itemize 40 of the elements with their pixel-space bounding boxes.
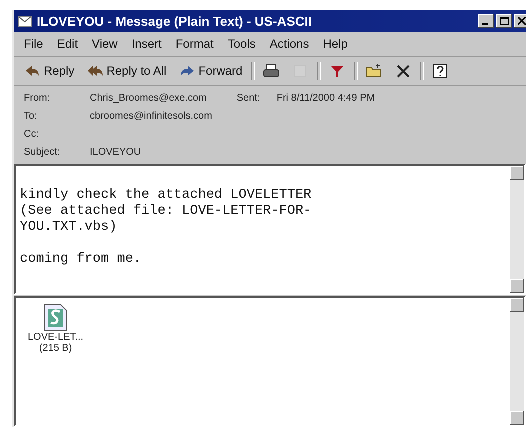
minimize-button[interactable] [478, 14, 494, 28]
print-icon [262, 62, 280, 80]
reply-button[interactable]: Reply [20, 62, 79, 80]
body-text: YOU.TXT.vbs) [20, 220, 118, 236]
field-value: ILOVEYOU [90, 147, 142, 158]
maximize-icon [500, 17, 508, 25]
menu-item[interactable]: Insert [132, 37, 162, 51]
script-file-icon[interactable] [42, 304, 69, 332]
menu-item[interactable]: Tools [228, 37, 256, 51]
attachment-name: LOVE-LET... [28, 332, 84, 343]
forward-button[interactable]: Forward [174, 62, 247, 80]
field-label: Subject: [24, 147, 62, 158]
scrollbar[interactable] [510, 298, 524, 425]
menu-item[interactable]: File [24, 37, 44, 51]
maximize-button[interactable] [496, 14, 512, 28]
attachment-size: (215 B) [39, 343, 72, 354]
close-button[interactable] [514, 14, 526, 28]
reply-all-button[interactable]: Reply to All [82, 62, 171, 80]
menu-item[interactable]: Help [323, 37, 348, 51]
field-label: From: [24, 93, 52, 104]
field-label: Sent: [236, 93, 262, 104]
menu-item[interactable]: View [92, 37, 118, 51]
window-title: ILOVEYOU - Message (Plain Text) - US-ASCII [37, 14, 313, 28]
envelope-icon [18, 16, 32, 26]
field-label: Cc: [24, 129, 40, 140]
help-icon [432, 62, 449, 80]
close-icon [518, 17, 526, 25]
menu-item[interactable]: Edit [57, 37, 78, 51]
scrollbar[interactable] [510, 166, 524, 293]
body-text: coming from me. [20, 252, 143, 268]
body-text: (See attached file: LOVE-LETTER-FOR- [20, 204, 313, 220]
menu-item[interactable]: Actions [270, 37, 310, 51]
body-text: kindly check the attached LOVELETTER [20, 188, 313, 204]
field-value: Fri 8/11/2000 4:49 PM [276, 93, 376, 104]
delete-icon [394, 62, 412, 80]
menu-item[interactable]: Format [176, 37, 214, 51]
folder-icon [366, 62, 383, 80]
field-value: cbroomes@infinitesols.com [90, 111, 212, 122]
field-label: To: [24, 111, 38, 122]
field-value: Chris_Broomes@exe.com [90, 93, 207, 104]
